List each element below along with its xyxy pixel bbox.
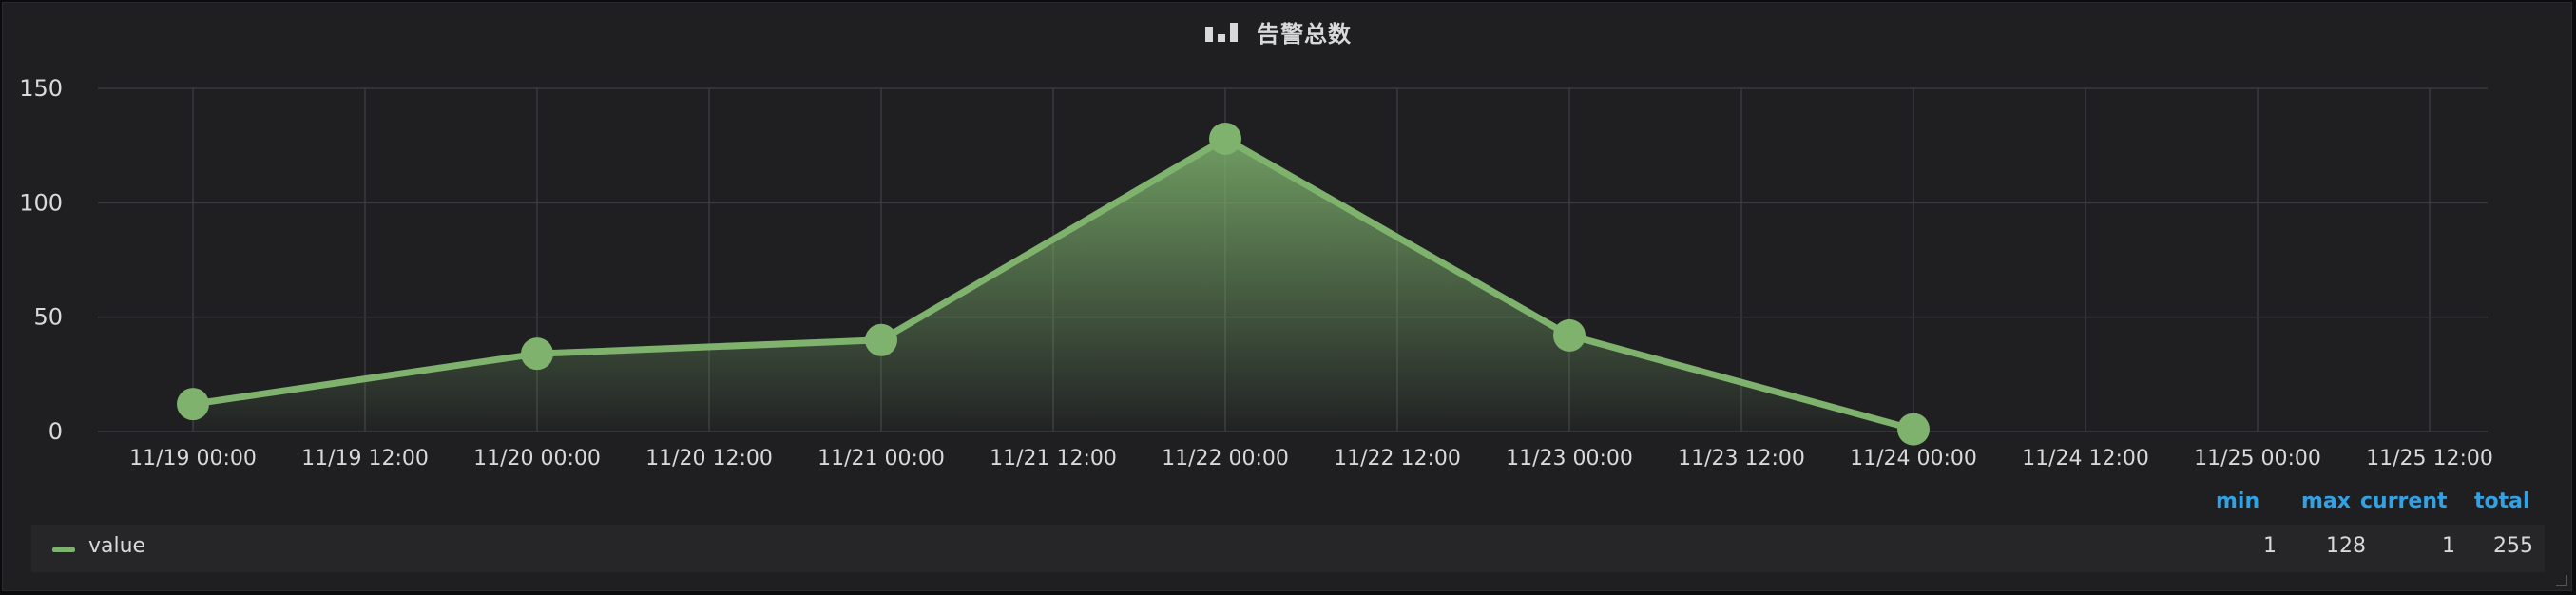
graph-panel: 告警总数 0 50 100 150 11/19 00:00 11/19 12:00 11/2… — [2, 2, 2572, 591]
legend-min-value: 1 — [2263, 534, 2277, 558]
legend-current-value: 1 — [2442, 534, 2455, 558]
x-tick-label: 11/25 00:00 — [2194, 447, 2321, 470]
data-point — [1209, 122, 1241, 155]
x-tick-label: 11/25 12:00 — [2366, 447, 2493, 470]
panel-resize-handle[interactable] — [2556, 575, 2567, 586]
x-tick-label: 11/23 00:00 — [1506, 447, 1633, 470]
x-tick-label: 11/21 12:00 — [990, 447, 1117, 470]
y-tick-label: 50 — [33, 304, 63, 331]
data-point — [1897, 413, 1930, 446]
data-point — [521, 337, 553, 371]
legend-header-current[interactable]: current — [2360, 489, 2448, 518]
x-tick-label: 11/23 12:00 — [1678, 447, 1805, 470]
x-tick-label: 11/24 00:00 — [1850, 447, 1977, 470]
data-point — [1553, 318, 1586, 352]
y-tick-label: 150 — [19, 75, 63, 102]
x-tick-label: 11/19 00:00 — [129, 447, 257, 470]
x-tick-label: 11/24 12:00 — [2022, 447, 2149, 470]
legend-header-total[interactable]: total — [2474, 489, 2530, 518]
legend-total-value: 255 — [2493, 534, 2533, 558]
x-tick-label: 11/20 12:00 — [645, 447, 773, 470]
x-tick-label: 11/21 00:00 — [817, 447, 945, 470]
area-chart: 0 50 100 150 11/19 00:00 11/19 12:00 11/20 00:… — [19, 75, 2493, 470]
x-tick-label: 11/22 12:00 — [1334, 447, 1461, 470]
x-tick-label: 11/22 00:00 — [1162, 447, 1289, 470]
x-tick-label: 11/20 00:00 — [473, 447, 601, 470]
x-tick-label: 11/19 12:00 — [301, 447, 429, 470]
legend-header-max[interactable]: max — [2301, 489, 2351, 518]
data-point — [865, 323, 897, 356]
legend-header-min[interactable]: min — [2216, 489, 2259, 518]
legend-series-swatch[interactable] — [52, 547, 75, 552]
legend-row-value[interactable]: value 1 128 1 255 — [31, 525, 2545, 572]
data-point — [177, 388, 209, 421]
y-tick-label: 0 — [48, 418, 63, 445]
y-tick-label: 100 — [19, 189, 63, 216]
legend-max-value: 128 — [2326, 534, 2366, 558]
legend-series-name[interactable]: value — [88, 534, 145, 558]
